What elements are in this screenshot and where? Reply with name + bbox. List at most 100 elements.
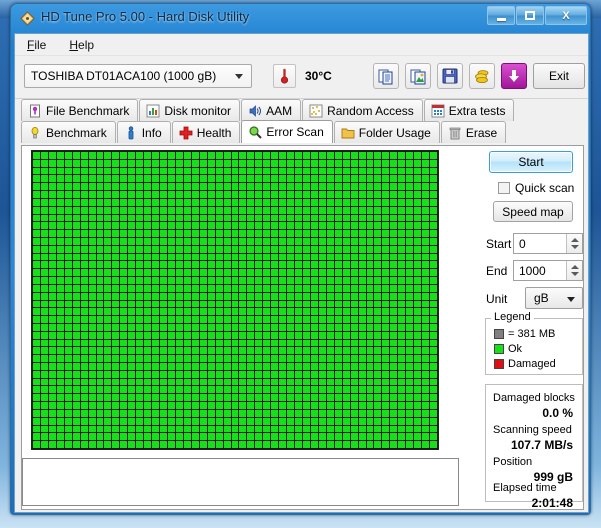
block-cell [120, 417, 128, 425]
stepper-down-icon[interactable] [571, 272, 579, 276]
block-cell [422, 191, 430, 198]
start-button[interactable]: Start [489, 151, 573, 173]
block-cell [231, 308, 239, 316]
block-cell [231, 363, 239, 370]
start-stepper[interactable] [566, 234, 582, 253]
block-cell [175, 425, 183, 433]
donate-button[interactable] [469, 63, 495, 89]
block-cell [33, 363, 40, 370]
copy-button[interactable] [373, 63, 399, 89]
menu-item-help[interactable]: Help [66, 37, 97, 53]
block-cell [144, 409, 152, 417]
block-cell [112, 175, 120, 183]
block-cell [366, 237, 374, 245]
close-button[interactable]: X [545, 6, 587, 25]
block-cell [350, 214, 358, 222]
block-cell [88, 433, 96, 441]
block-cell [96, 191, 104, 198]
block-cell [406, 198, 414, 206]
block-cell [390, 394, 398, 402]
block-cell [207, 339, 215, 347]
maximize-button[interactable] [516, 6, 544, 25]
stepper-up-icon[interactable] [571, 265, 579, 269]
start-input[interactable]: 0 [513, 233, 583, 254]
tab-info[interactable]: Info [116, 121, 171, 143]
block-cell [223, 191, 231, 198]
unit-select[interactable]: gB [525, 287, 583, 309]
title-bar[interactable]: HD Tune Pro 5.00 - Hard Disk Utility X [11, 4, 590, 33]
copy-image-button[interactable] [405, 63, 431, 89]
tab-benchmark[interactable]: Benchmark [21, 121, 116, 143]
block-cell [430, 191, 437, 198]
block-cell [80, 167, 88, 175]
quick-scan-checkbox[interactable] [498, 182, 510, 194]
exit-button[interactable]: Exit [533, 63, 585, 89]
block-cell [310, 191, 318, 198]
block-cell [136, 441, 144, 448]
tab-aam[interactable]: AAM [241, 99, 302, 121]
log-panel[interactable] [22, 458, 459, 506]
block-cell [183, 323, 191, 331]
tab-error-scan[interactable]: Error Scan [241, 120, 333, 143]
block-cell [271, 214, 279, 222]
block-cell [144, 222, 152, 230]
block-cell [48, 316, 56, 323]
tab-health[interactable]: Health [171, 121, 241, 143]
block-cell [207, 308, 215, 316]
block-cell [310, 331, 318, 339]
stepper-up-icon[interactable] [571, 238, 579, 242]
block-cell [223, 355, 231, 363]
block-cell [342, 409, 350, 417]
block-cell [271, 363, 279, 370]
block-cell [382, 308, 390, 316]
block-cell [215, 237, 223, 245]
block-cell [430, 433, 437, 441]
block-map[interactable] [31, 150, 439, 450]
block-cell [104, 292, 112, 300]
block-cell [279, 214, 287, 222]
block-cell [398, 433, 406, 441]
block-cell [144, 308, 152, 316]
download-button[interactable] [501, 63, 527, 89]
block-cell [215, 339, 223, 347]
tab-erase[interactable]: Erase [440, 121, 507, 143]
block-cell [334, 269, 342, 277]
block-cell [271, 167, 279, 175]
minimize-button[interactable] [487, 6, 515, 25]
block-cell [398, 386, 406, 394]
save-button[interactable] [437, 63, 463, 89]
tab-file-benchmark[interactable]: File Benchmark [21, 99, 139, 121]
block-cell [175, 198, 183, 206]
block-cell [295, 323, 302, 331]
tab-disk-monitor[interactable]: Disk monitor [139, 99, 241, 121]
tab-random-access[interactable]: Random Access [302, 99, 423, 121]
block-cell [422, 347, 430, 355]
stepper-down-icon[interactable] [571, 245, 579, 249]
block-cell [120, 261, 128, 269]
quick-scan-checkbox-row[interactable]: Quick scan [498, 181, 574, 195]
tab-folder-usage[interactable]: Folder Usage [333, 121, 440, 143]
block-cell [263, 214, 271, 222]
block-cell [167, 214, 175, 222]
block-cell [64, 433, 72, 441]
block-cell [430, 206, 437, 214]
block-cell [239, 386, 247, 394]
block-cell [96, 378, 104, 386]
block-cell [326, 261, 334, 269]
block-cell [287, 425, 295, 433]
tab-extra-tests[interactable]: Extra tests [423, 99, 515, 121]
block-cell [414, 152, 422, 159]
block-cell [96, 441, 104, 448]
block-cell [80, 237, 88, 245]
end-input[interactable]: 1000 [513, 260, 583, 281]
drive-select[interactable]: TOSHIBA DT01ACA100 (1000 gB) [24, 64, 252, 88]
menu-item-file[interactable]: File [24, 37, 49, 53]
block-cell [366, 175, 374, 183]
speed-map-button[interactable]: Speed map [493, 201, 573, 222]
block-cell [334, 425, 342, 433]
end-stepper[interactable] [566, 261, 582, 280]
block-cell [120, 237, 128, 245]
block-cell [215, 331, 223, 339]
block-cell [239, 300, 247, 308]
block-cell [88, 253, 96, 261]
